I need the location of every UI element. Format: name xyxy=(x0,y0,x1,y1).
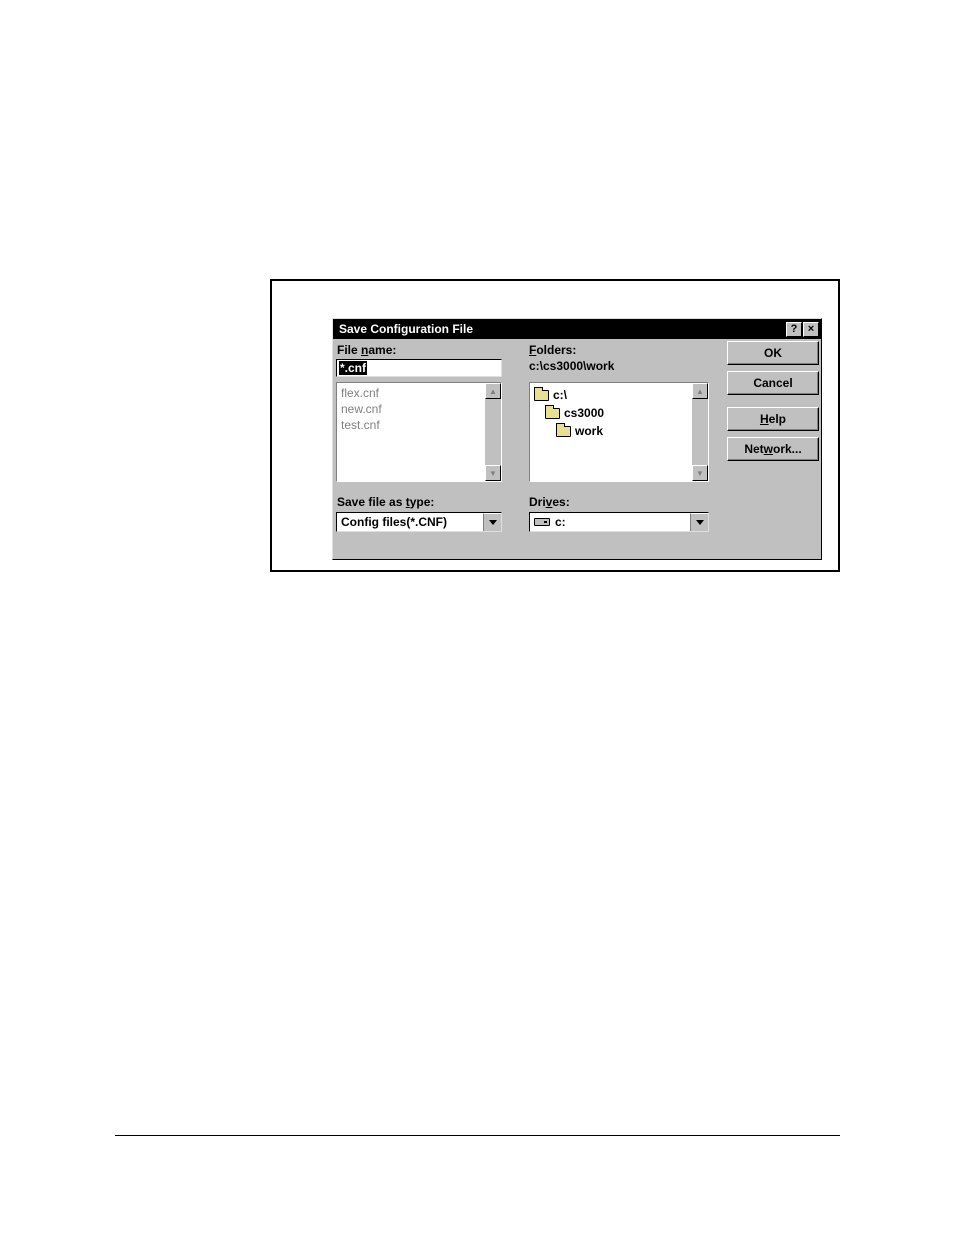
help-titlebar-button[interactable]: ? xyxy=(786,322,802,337)
current-path: c:\cs3000\work xyxy=(529,359,614,373)
chevron-down-icon[interactable] xyxy=(690,513,708,531)
file-name-input[interactable]: *.cnf xyxy=(336,359,502,377)
chevron-down-icon[interactable] xyxy=(483,513,501,531)
help-button[interactable]: Help xyxy=(727,407,819,431)
file-list-item[interactable]: flex.cnf xyxy=(341,385,481,401)
file-name-label: File name: xyxy=(337,343,396,357)
figure-frame: Save Configuration File ? × File name: *… xyxy=(270,279,840,572)
file-name-value: *.cnf xyxy=(339,361,367,375)
title-bar[interactable]: Save Configuration File ? × xyxy=(333,319,821,339)
file-list-item[interactable]: new.cnf xyxy=(341,401,481,417)
folder-open-icon xyxy=(545,408,560,419)
folder-open-icon xyxy=(556,426,571,437)
folder-tree-item[interactable]: work xyxy=(534,422,688,440)
scroll-up-icon[interactable]: ▲ xyxy=(485,383,501,399)
save-type-combo[interactable]: Config files(*.CNF) xyxy=(336,512,502,532)
dialog-title: Save Configuration File xyxy=(339,322,785,336)
file-list[interactable]: flex.cnf new.cnf test.cnf ▲ ▼ xyxy=(336,382,502,482)
cancel-button[interactable]: Cancel xyxy=(727,371,819,395)
horizontal-rule xyxy=(115,1135,840,1136)
folder-tree-item[interactable]: c:\ xyxy=(534,386,688,404)
scroll-down-icon[interactable]: ▼ xyxy=(485,465,501,481)
scroll-down-icon[interactable]: ▼ xyxy=(692,465,708,481)
drives-combo[interactable]: c: xyxy=(529,512,709,532)
save-type-label: Save file as type: xyxy=(337,495,434,509)
drives-label: Drives: xyxy=(529,495,570,509)
folders-label: Folders: xyxy=(529,343,576,357)
save-type-value: Config files(*.CNF) xyxy=(341,515,447,529)
close-titlebar-button[interactable]: × xyxy=(803,322,819,337)
folder-open-icon xyxy=(534,390,549,401)
file-list-content: flex.cnf new.cnf test.cnf xyxy=(337,383,485,481)
ok-button[interactable]: OK xyxy=(727,341,819,365)
drive-icon xyxy=(534,518,550,526)
folder-tree-scrollbar[interactable]: ▲ ▼ xyxy=(692,383,708,481)
drive-value: c: xyxy=(555,515,566,529)
network-button[interactable]: Network... xyxy=(727,437,819,461)
folder-tree[interactable]: c:\ cs3000 work ▲ ▼ xyxy=(529,382,709,482)
folder-tree-item[interactable]: cs3000 xyxy=(534,404,688,422)
save-config-dialog: Save Configuration File ? × File name: *… xyxy=(332,318,822,560)
scroll-up-icon[interactable]: ▲ xyxy=(692,383,708,399)
file-list-item[interactable]: test.cnf xyxy=(341,417,481,433)
file-list-scrollbar[interactable]: ▲ ▼ xyxy=(485,383,501,481)
